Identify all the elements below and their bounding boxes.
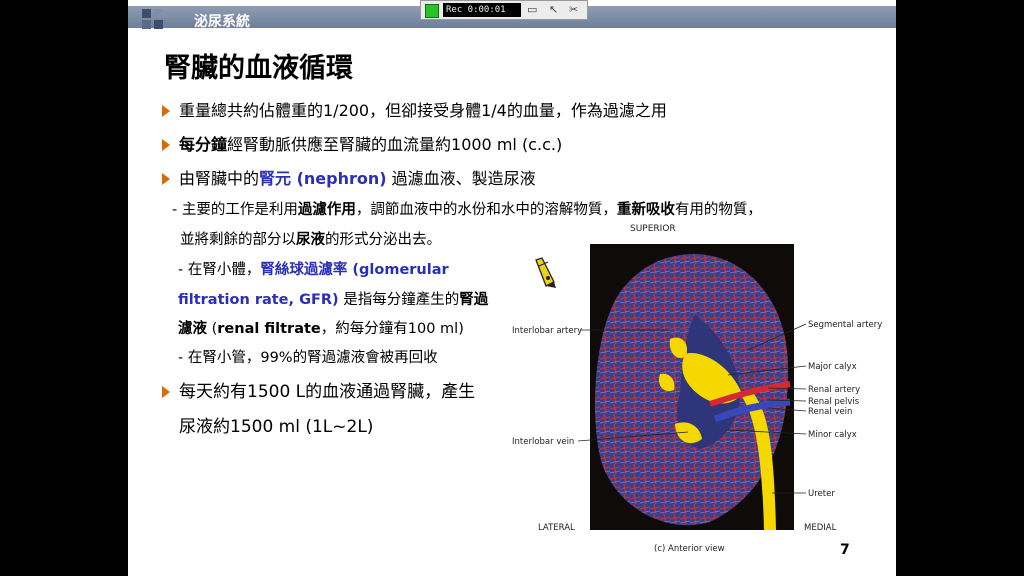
slide: 泌尿系統 Rec 0:00:01 ▭ ↖ ✂ 腎臟的血液循環 重量總共約佔體重的… [128, 0, 896, 576]
page-number: 7 [840, 542, 850, 558]
leader-lines [577, 323, 807, 494]
